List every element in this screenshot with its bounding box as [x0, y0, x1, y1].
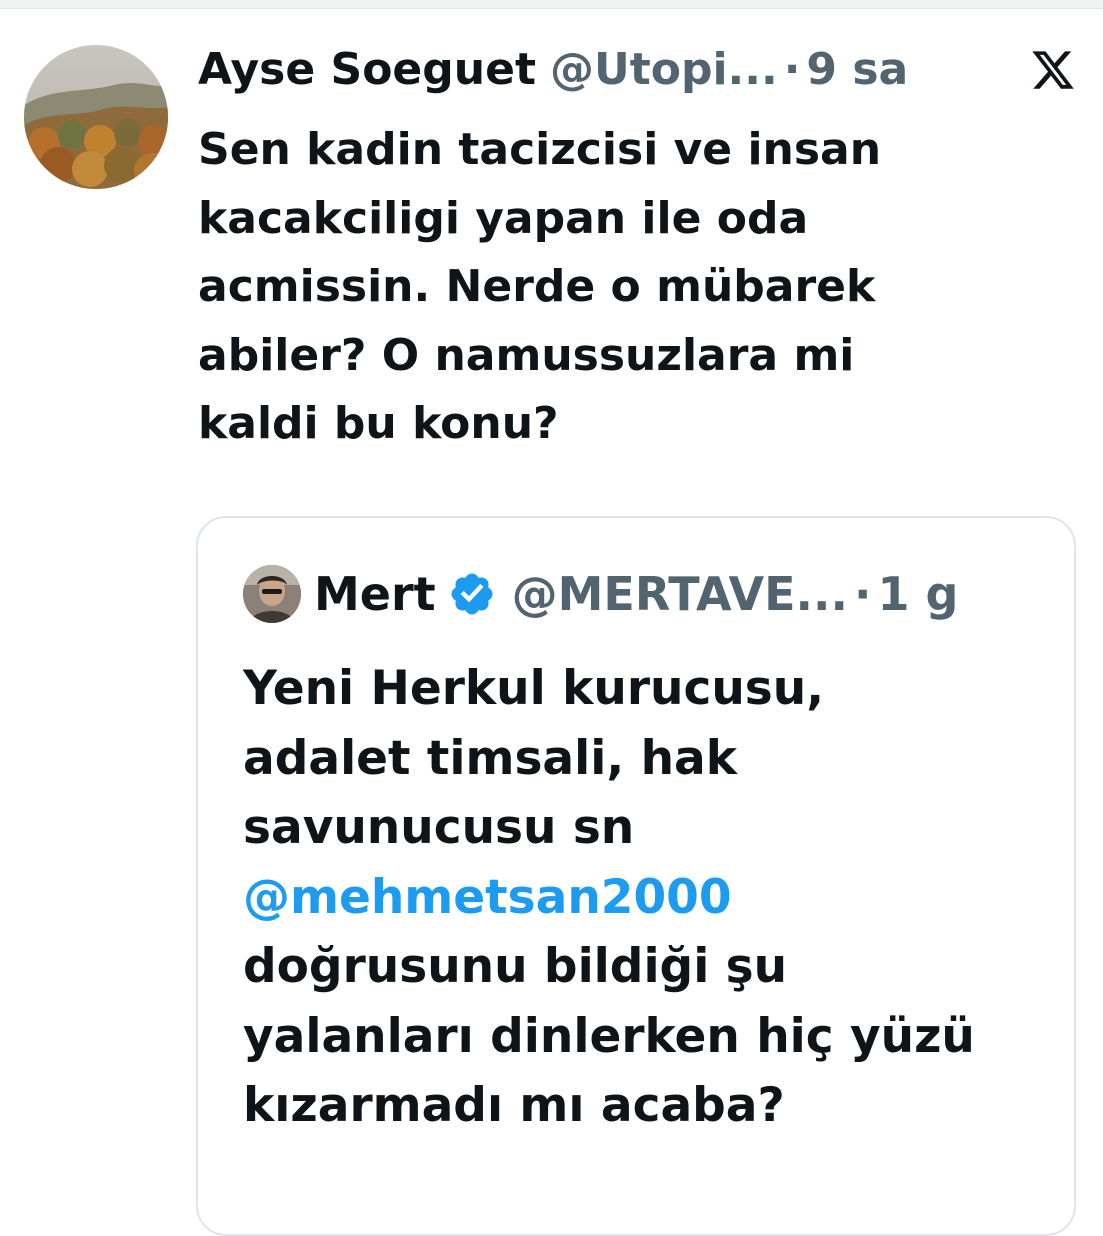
- quoted-author-name[interactable]: Mert: [314, 562, 436, 626]
- quoted-text-line: savunucusu sn: [243, 800, 635, 855]
- top-divider: [0, 0, 1103, 9]
- quoted-text-line: Yeni Herkul kurucusu,: [243, 661, 825, 716]
- timestamp[interactable]: 9 sa: [806, 38, 908, 102]
- quoted-text-line: kızarmadı mı acaba?: [243, 1078, 785, 1133]
- separator-dot: ·: [783, 44, 801, 95]
- quoted-text-line: doğrusunu bildiği şu: [243, 939, 788, 994]
- quoted-tweet-text: Yeni Herkul kurucusu, adalet timsali, ha…: [243, 654, 1063, 1141]
- author-handle[interactable]: @Utopi...: [550, 38, 778, 102]
- quoted-tweet-header: Mert @MERTAVE... · 1 g: [314, 562, 1034, 626]
- quoted-text-line: yalanları dinlerken hiç yüzü: [243, 1008, 975, 1064]
- x-logo-icon: [1032, 51, 1074, 89]
- author-name[interactable]: Ayse Soeguet: [198, 38, 536, 102]
- verified-badge-icon: [451, 573, 493, 615]
- quoted-timestamp[interactable]: 1 g: [877, 562, 958, 626]
- mention-link[interactable]: @mehmetsan2000: [243, 863, 1063, 933]
- avatar[interactable]: [24, 45, 168, 189]
- quoted-author-handle[interactable]: @MERTAVE...: [512, 562, 848, 626]
- quoted-separator-dot: ·: [853, 567, 872, 621]
- tweet-text: Sen kadin tacizcisi ve insan kacakciligi…: [198, 124, 882, 449]
- quoted-text-line: adalet timsali, hak: [243, 730, 738, 786]
- quoted-author-avatar[interactable]: [243, 565, 301, 623]
- tweet-header: Ayse Soeguet @Utopi... · 9 sa: [198, 38, 998, 102]
